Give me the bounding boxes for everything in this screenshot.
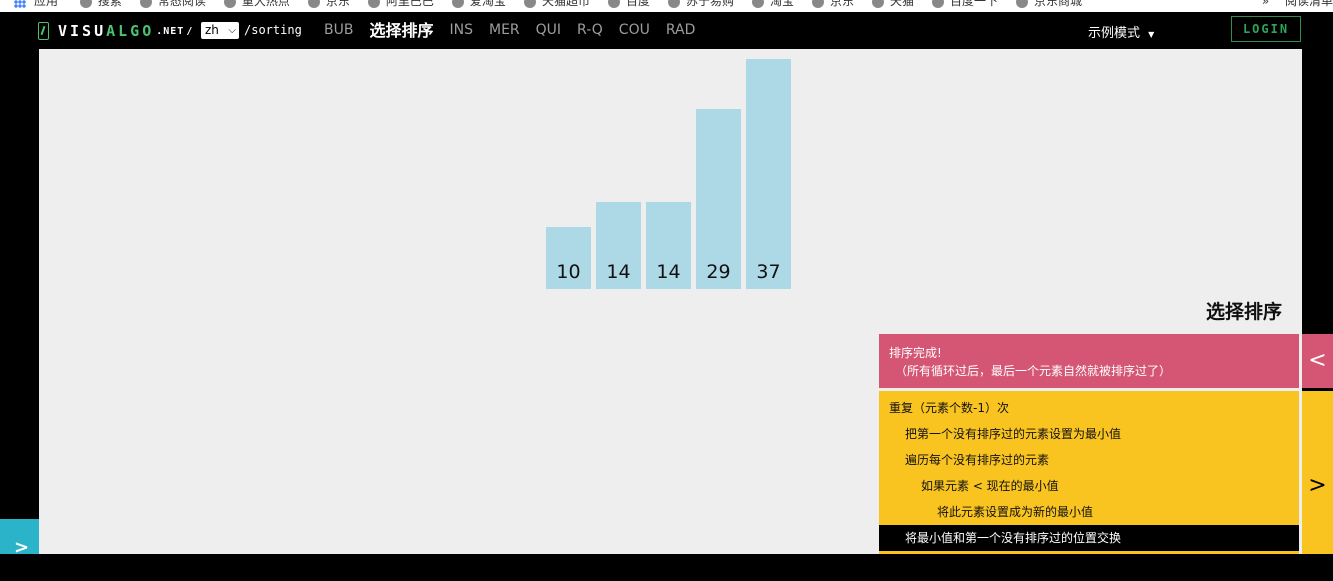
array-bar-value: 14 bbox=[656, 261, 681, 283]
bookmark-favicon-icon bbox=[451, 0, 464, 8]
algo-tab[interactable]: QUI bbox=[536, 21, 561, 40]
brand-slash: / bbox=[186, 25, 194, 37]
bookmark-label: 淘宝 bbox=[769, 0, 794, 8]
bookmark-item[interactable]: 搜索 bbox=[79, 0, 122, 9]
mode-dropdown[interactable]: 示例模式 ▼ bbox=[1088, 22, 1154, 41]
bookmark-label: 爱淘宝 bbox=[469, 0, 506, 8]
caret-down-icon: ▼ bbox=[1148, 30, 1155, 39]
apps-icon[interactable] bbox=[14, 0, 26, 8]
bookmark-item[interactable]: 爱淘宝 bbox=[451, 0, 506, 9]
bookmark-item[interactable]: 常态阅读 bbox=[139, 0, 206, 9]
bookmark-label: 天猫 bbox=[890, 0, 915, 8]
visualization-title: 选择排序 bbox=[1205, 301, 1282, 323]
language-value: zh bbox=[205, 23, 219, 37]
bookmark-item[interactable]: 天猫超市 bbox=[523, 0, 590, 9]
bookmark-favicon-icon bbox=[872, 0, 885, 8]
pseudocode-toggle-button[interactable]: > bbox=[1302, 391, 1333, 554]
pseudocode-line: 遍历每个没有排序过的元素 bbox=[905, 453, 1050, 467]
bookmark-favicon-icon bbox=[523, 0, 536, 8]
algo-tab[interactable]: MER bbox=[489, 21, 520, 40]
pseudocode-panel: 重复（元素个数-1）次把第一个没有排序过的元素设置为最小值 遍历每个没有排序过的元… bbox=[879, 391, 1299, 554]
bookmark-label: 百度 bbox=[625, 0, 650, 8]
status-toggle-button[interactable]: < bbox=[1302, 334, 1333, 388]
chevron-down-icon: ⌵ bbox=[228, 25, 236, 36]
bookmark-favicon-icon bbox=[667, 0, 680, 8]
algo-tab[interactable]: R-Q bbox=[577, 21, 603, 40]
bookmark-item[interactable]: 重大热点 bbox=[223, 0, 290, 9]
status-panel: 排序完成! （所有循环过后，最后一个元素自然就被排序过了） bbox=[879, 334, 1299, 388]
bookmark-favicon-icon bbox=[751, 0, 764, 8]
bookmarks-overflow-icon[interactable]: » bbox=[1262, 0, 1269, 8]
login-button[interactable]: LOGIN bbox=[1231, 16, 1301, 42]
array-bar-value: 29 bbox=[706, 261, 731, 283]
bookmark-favicon-icon bbox=[1016, 0, 1029, 8]
array-bar-value: 10 bbox=[556, 261, 581, 283]
bookmark-item[interactable]: 天猫 bbox=[872, 0, 914, 9]
pseudocode-line: 如果元素 < 现在的最小值 bbox=[921, 479, 1059, 493]
bookmark-item[interactable]: 苏宁易购 bbox=[667, 0, 734, 9]
bookmark-favicon-icon bbox=[307, 0, 320, 8]
bookmark-label: 常态阅读 bbox=[157, 0, 206, 8]
algo-tab[interactable]: COU bbox=[619, 21, 650, 40]
array-bar-value: 37 bbox=[756, 261, 781, 283]
bookmark-favicon-icon bbox=[812, 0, 824, 8]
bookmark-favicon-icon bbox=[932, 0, 945, 8]
status-line-2: （所有循环过后，最后一个元素自然就被排序过了） bbox=[895, 364, 1172, 378]
brand-algo: ALGO bbox=[106, 22, 155, 40]
bookmark-favicon-icon bbox=[367, 0, 380, 8]
bookmark-label: 京东商城 bbox=[1034, 0, 1083, 8]
pseudocode-line: 把第一个没有排序过的元素设置为最小值 bbox=[905, 427, 1122, 441]
bookmark-item[interactable]: 淘宝 bbox=[751, 0, 794, 9]
bookmark-label: 苏宁易购 bbox=[685, 0, 734, 8]
bookmark-label: 百度一下 bbox=[950, 0, 999, 8]
brand-net: .NET bbox=[156, 25, 185, 37]
bookmark-favicon-icon bbox=[79, 0, 92, 8]
bookmark-item[interactable]: 阿里巴巴 bbox=[367, 0, 434, 9]
bookmark-label: 京东 bbox=[830, 0, 855, 8]
bookmark-favicon-icon bbox=[223, 0, 236, 8]
array-bar bbox=[746, 59, 791, 289]
pseudocode-line: 重复（元素个数-1）次 bbox=[889, 401, 1009, 415]
page-path: /sorting bbox=[244, 23, 302, 37]
bookmark-label: 搜索 bbox=[97, 0, 122, 8]
bookmark-label: 京东 bbox=[325, 0, 350, 8]
bookmark-apps[interactable]: 应用 bbox=[34, 0, 58, 9]
bookmark-item[interactable]: 百度 bbox=[607, 0, 650, 9]
array-bar-value: 14 bbox=[606, 261, 631, 283]
bookmark-label: 阿里巴巴 bbox=[385, 0, 434, 8]
algorithm-tabs: BUB 选择排序 INS MER QUI R-Q COU RAD bbox=[324, 21, 711, 40]
status-line-1: 排序完成! bbox=[889, 346, 942, 360]
bookmark-label: 重大热点 bbox=[241, 0, 290, 8]
bookmark-item[interactable]: 百度一下 bbox=[932, 0, 998, 9]
bookmark-favicon-icon bbox=[139, 0, 152, 8]
brand-visu: VISU bbox=[58, 22, 107, 40]
bookmarks-bar: 应用 搜索 常态阅读 重大热点 京东 阿里巴巴 爱淘宝 天猫超市 百度 苏宁易购 淘宝 京东 天猫 百度… bbox=[0, 0, 1333, 12]
bookmark-item[interactable]: 京东 bbox=[307, 0, 350, 9]
bookmark-label: 天猫超市 bbox=[541, 0, 590, 8]
logo-mark-icon bbox=[38, 22, 49, 40]
pseudocode-line: 将最小值和第一个没有排序过的位置交换 bbox=[879, 525, 1299, 551]
algo-tab[interactable]: INS bbox=[449, 21, 473, 40]
bookmark-favicon-icon bbox=[607, 0, 620, 8]
bookmark-item[interactable]: 京东 bbox=[812, 0, 854, 9]
mode-label: 示例模式 bbox=[1088, 26, 1141, 41]
visualgo-logo[interactable]: VISUALGO .NET / bbox=[38, 20, 193, 42]
algo-tab[interactable]: RAD bbox=[666, 21, 696, 40]
actions-toggle-button[interactable]: > bbox=[0, 519, 39, 558]
algo-tab[interactable]: 选择排序 bbox=[369, 21, 433, 40]
bookmark-item[interactable]: 京东商城 bbox=[1016, 0, 1082, 9]
top-navbar: VISUALGO .NET / zh ⌵ /sorting BUB 选择排序 INS… bbox=[0, 12, 1333, 49]
pseudocode-line: 将此元素设置成为新的最小值 bbox=[937, 505, 1094, 519]
reading-list-link[interactable]: 阅读清单 bbox=[1285, 0, 1333, 8]
language-select[interactable]: zh ⌵ bbox=[201, 22, 239, 39]
algo-tab[interactable]: BUB bbox=[324, 21, 353, 40]
